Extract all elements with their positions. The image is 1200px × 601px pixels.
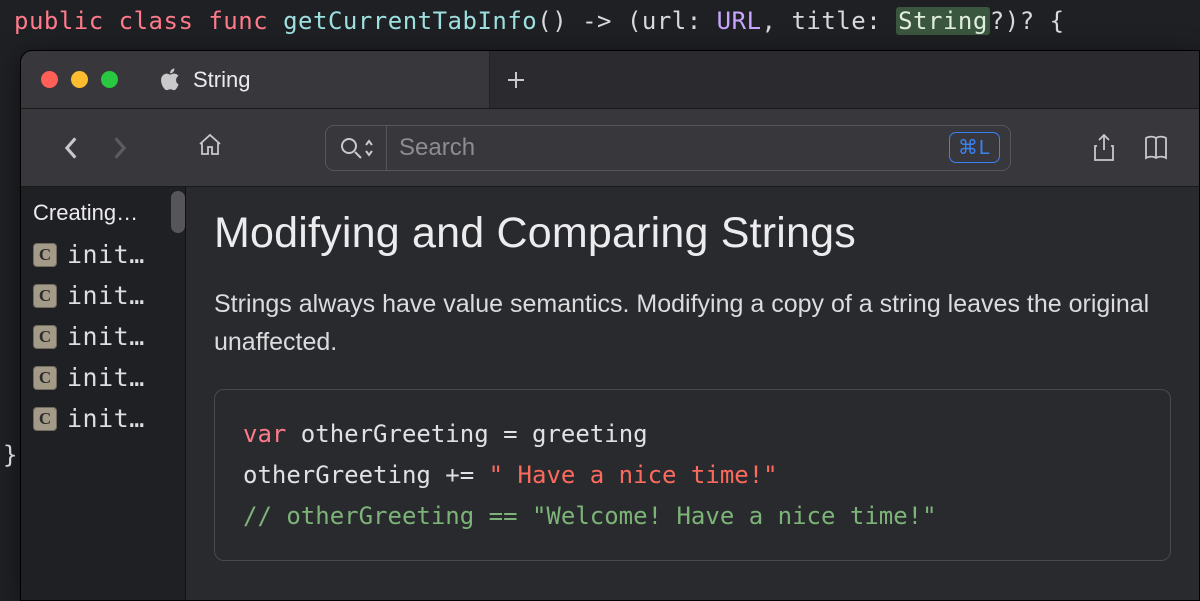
titlebar: String	[21, 51, 1199, 109]
close-window-button[interactable]	[41, 71, 58, 88]
sidebar-section-header: Creating…	[21, 195, 185, 234]
sidebar-item-label: init…	[67, 281, 145, 310]
parens: ()	[537, 7, 567, 35]
keyboard-shortcut-badge: ⌘L	[949, 132, 1000, 163]
documentation-window: } String	[20, 50, 1200, 601]
code-keyword: var	[243, 420, 286, 448]
class-badge-icon: C	[33, 243, 57, 267]
toolbar: ⌘L	[21, 109, 1199, 187]
keyword-public: public	[14, 7, 104, 35]
sidebar-item-label: init…	[67, 322, 145, 351]
sidebar-item-label: init…	[67, 363, 145, 392]
class-badge-icon: C	[33, 407, 57, 431]
divider	[386, 126, 387, 170]
type-url: URL	[717, 7, 762, 35]
sidebar-item[interactable]: C init…	[21, 316, 185, 357]
code-comment: // otherGreeting == "Welcome! Have a nic…	[243, 502, 937, 530]
sidebar-item[interactable]: C init…	[21, 234, 185, 275]
editor-code-line: public class func getCurrentTabInfo() ->…	[0, 0, 1200, 43]
colon: :	[866, 7, 896, 35]
share-button[interactable]	[1091, 133, 1117, 163]
bookmarks-button[interactable]	[1143, 133, 1169, 163]
sidebar-item-label: init…	[67, 404, 145, 433]
param-label-title: title	[791, 7, 866, 35]
search-scope-chevrons-icon[interactable]	[362, 138, 374, 158]
content-area: Modifying and Comparing Strings Strings …	[186, 187, 1199, 600]
chevron-right-icon	[113, 136, 128, 160]
sidebar-item-label: init…	[67, 240, 145, 269]
colon: :	[687, 7, 717, 35]
nav-forward-button[interactable]	[105, 136, 135, 160]
zoom-window-button[interactable]	[101, 71, 118, 88]
new-tab-button[interactable]	[490, 51, 542, 108]
page-heading: Modifying and Comparing Strings	[214, 209, 1171, 258]
param-label-url: url	[642, 7, 687, 35]
function-name: getCurrentTabInfo	[283, 7, 537, 35]
share-icon	[1091, 133, 1117, 163]
plus-icon	[507, 71, 525, 89]
code-sample: var otherGreeting = greeting otherGreeti…	[214, 389, 1171, 561]
search-input[interactable]	[399, 134, 949, 162]
book-icon	[1143, 133, 1169, 163]
sidebar-item[interactable]: C init…	[21, 357, 185, 398]
code-text: otherGreeting +=	[243, 461, 489, 489]
class-badge-icon: C	[33, 325, 57, 349]
home-button[interactable]	[195, 132, 225, 163]
paragraph: Strings always have value semantics. Mod…	[214, 286, 1154, 361]
closing-brace: }	[3, 441, 17, 469]
search-field[interactable]: ⌘L	[325, 125, 1011, 171]
arrow: -> (	[567, 7, 642, 35]
chevron-left-icon	[63, 136, 78, 160]
tab-title: String	[193, 67, 250, 93]
house-icon	[197, 132, 223, 163]
sidebar: Creating… C init… C init… C init… C init…	[21, 187, 186, 600]
optional-suffix: ?)? {	[990, 7, 1065, 35]
keyword-class: class	[119, 7, 194, 35]
separator: ,	[762, 7, 792, 35]
sidebar-item[interactable]: C init…	[21, 275, 185, 316]
traffic-lights	[21, 51, 138, 108]
tab-string[interactable]: String	[138, 51, 490, 108]
sidebar-item[interactable]: C init…	[21, 398, 185, 439]
keyword-func: func	[208, 7, 268, 35]
class-badge-icon: C	[33, 284, 57, 308]
minimize-window-button[interactable]	[71, 71, 88, 88]
code-text: otherGreeting = greeting	[286, 420, 647, 448]
magnifying-glass-icon	[340, 137, 362, 159]
code-string: " Have a nice time!"	[489, 461, 778, 489]
type-string-highlighted: String	[896, 7, 990, 35]
nav-back-button[interactable]	[55, 136, 85, 160]
scrollbar-thumb[interactable]	[171, 191, 185, 233]
class-badge-icon: C	[33, 366, 57, 390]
apple-icon	[160, 68, 181, 91]
